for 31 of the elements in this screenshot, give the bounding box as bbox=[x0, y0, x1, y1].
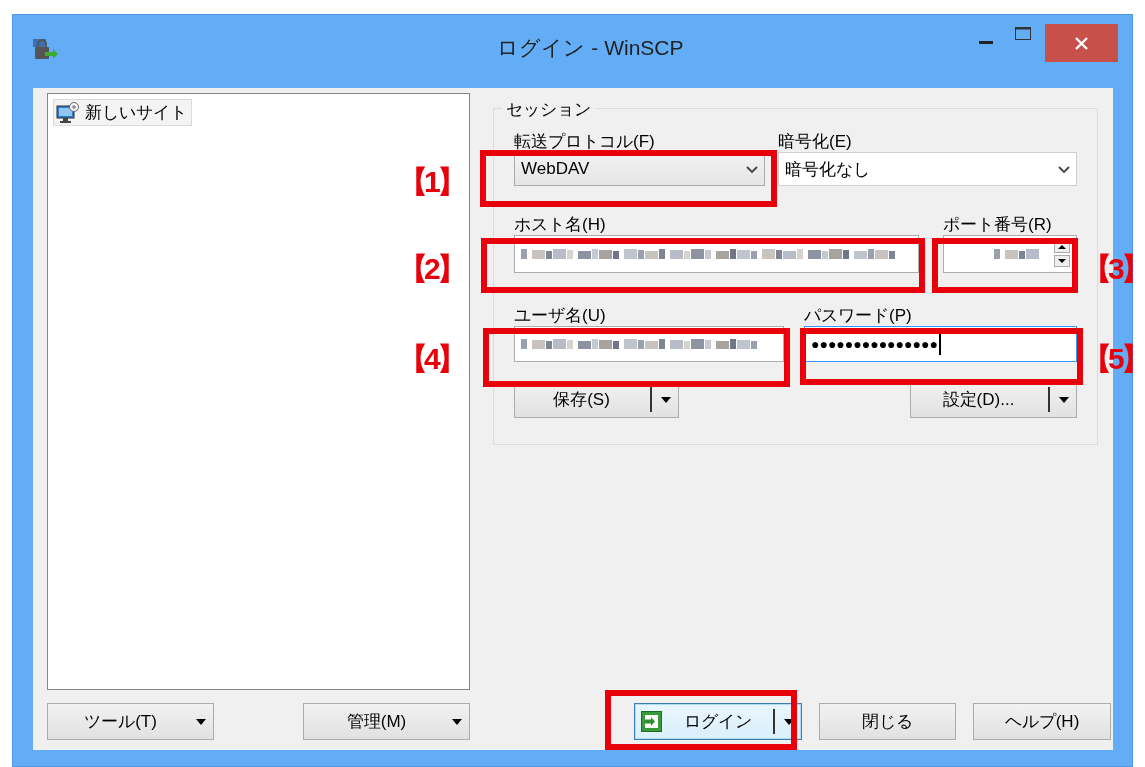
window-title: ログイン - WinSCP bbox=[497, 36, 684, 59]
chevron-down-icon bbox=[746, 164, 759, 174]
tree-item[interactable]: 新しいサイト bbox=[53, 99, 192, 126]
maximize-icon[interactable] bbox=[1015, 27, 1031, 40]
encryption-dropdown[interactable]: 暗号化なし bbox=[778, 152, 1077, 186]
computer-icon bbox=[56, 101, 79, 124]
caret-icon bbox=[1058, 395, 1070, 404]
dialog-button[interactable]: 閉じる bbox=[819, 703, 956, 740]
caret-icon bbox=[660, 395, 672, 404]
login-icon bbox=[641, 711, 662, 732]
close-icon bbox=[1075, 36, 1088, 50]
menu-button[interactable]: ツール(T) bbox=[47, 703, 214, 740]
annotation-number: 【2】 bbox=[398, 251, 463, 287]
text-cursor bbox=[938, 333, 941, 355]
menu-button[interactable]: 管理(M) bbox=[303, 703, 470, 740]
field-label: ユーザ名(U) bbox=[514, 306, 606, 326]
field-label: 暗号化(E) bbox=[778, 132, 852, 152]
field-label: パスワード(P) bbox=[804, 306, 912, 326]
field-label: 転送プロトコル(F) bbox=[514, 132, 655, 152]
caret-icon bbox=[195, 717, 207, 726]
field-label: ポート番号(R) bbox=[943, 215, 1052, 235]
dialog-button[interactable]: ヘルプ(H) bbox=[973, 703, 1111, 740]
caret-icon bbox=[451, 717, 463, 726]
app-lock-icon bbox=[31, 37, 59, 61]
close-button[interactable] bbox=[1045, 24, 1118, 62]
login-button[interactable]: ログイン bbox=[634, 703, 802, 740]
annotation-number: 【1】 bbox=[398, 164, 463, 200]
annotation-number: 【4】 bbox=[398, 341, 463, 377]
field-label: ホスト名(H) bbox=[514, 215, 606, 235]
chevron-down-icon bbox=[1058, 164, 1070, 174]
spin-down-icon bbox=[1054, 255, 1070, 267]
